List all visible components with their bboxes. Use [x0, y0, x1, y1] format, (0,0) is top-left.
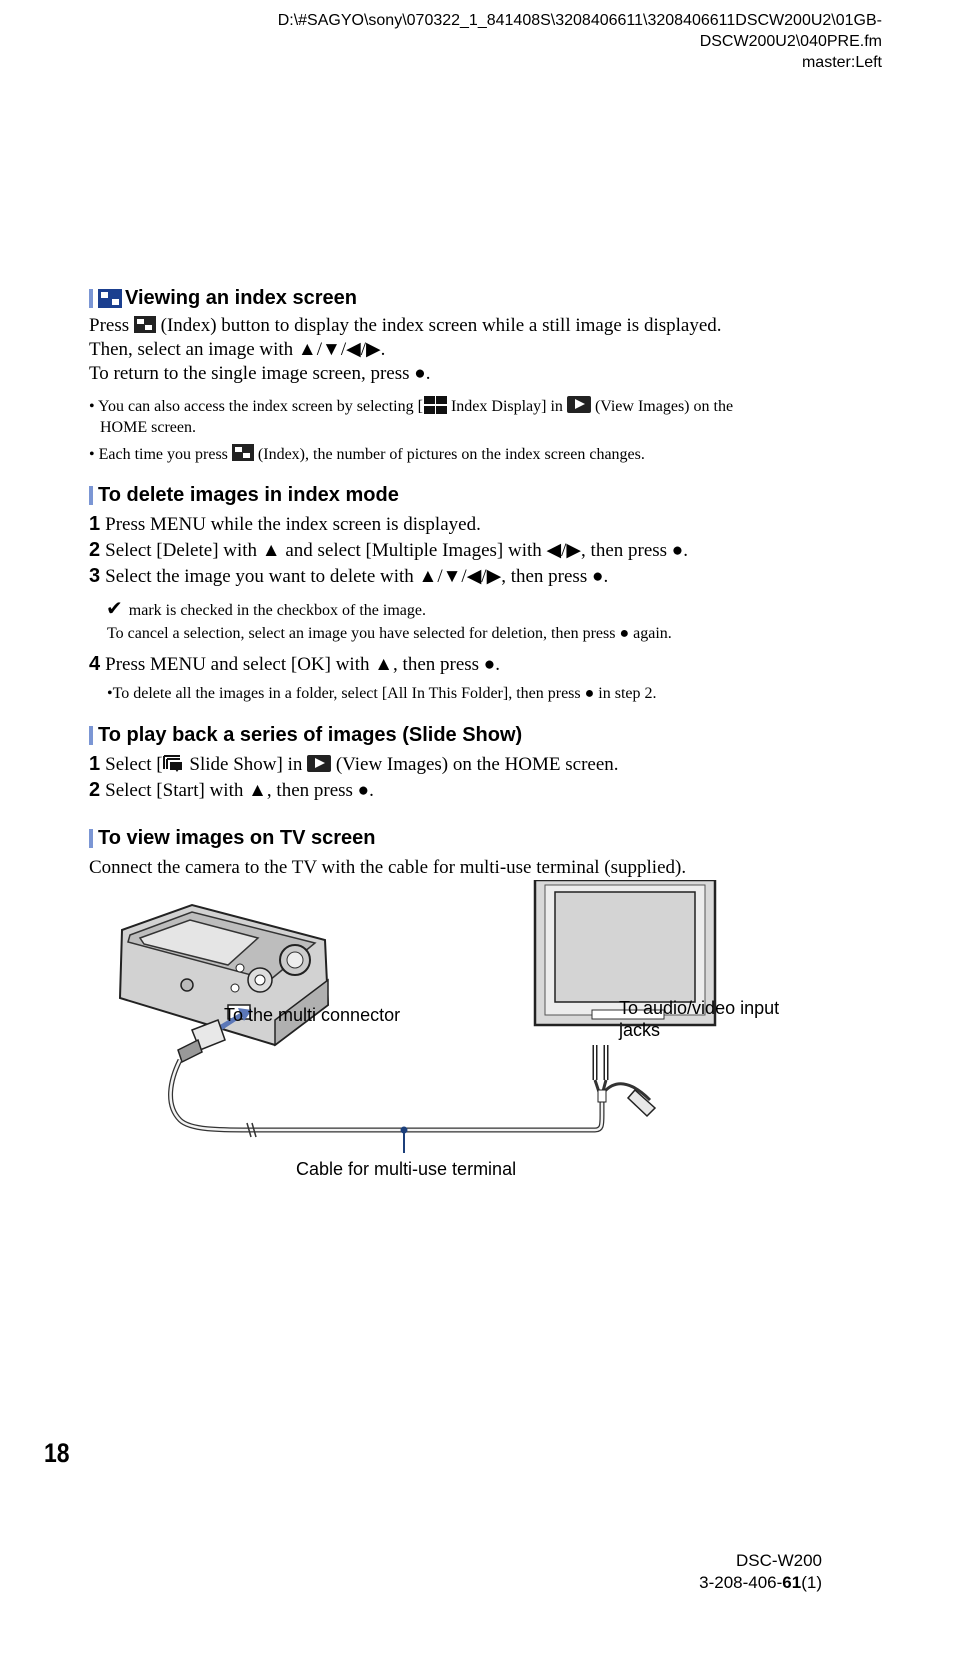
step-number: 1	[89, 513, 101, 535]
file-path-header: D:\#SAGYO\sony\070322_1_841408S\32084066…	[278, 10, 882, 73]
text: Slide Show] in	[189, 754, 303, 775]
page-number: 18	[44, 1438, 70, 1468]
note-continued: HOME screen.	[100, 419, 196, 436]
index-button-icon	[133, 316, 156, 333]
step-text: Press MENU while the index screen is dis…	[105, 514, 481, 535]
text: (View Images) on the HOME screen.	[335, 754, 619, 775]
step-number: 2	[89, 779, 101, 801]
model-name: DSC-W200	[736, 1551, 822, 1570]
part-bold: 61	[782, 1573, 802, 1592]
note: • You can also access the index screen b…	[89, 396, 733, 417]
paragraph: To return to the single image screen, pr…	[89, 363, 431, 384]
text: mark is checked in the checkbox of the i…	[128, 602, 426, 619]
paragraph: Press (Index) button to display the inde…	[89, 314, 722, 338]
accent-bar	[89, 828, 93, 848]
text: Press	[89, 315, 130, 336]
accent-bar	[89, 725, 93, 745]
section-title-text: To play back a series of images (Slide S…	[98, 724, 523, 746]
text: (Index), the number of pictures on the i…	[257, 446, 645, 463]
label-av-input: To audio/video input jacks	[619, 997, 779, 1041]
step-3: 3 Select the image you want to delete wit…	[89, 564, 608, 589]
section-title-tv-screen: To view images on TV screen	[89, 826, 376, 850]
step-number: 3	[89, 565, 101, 587]
step-text: Select [Start] with ▲, then press ●.	[105, 780, 374, 801]
label-multi-connector: To the multi connector	[224, 1005, 401, 1025]
step-4-note: •To delete all the images in a folder, s…	[107, 685, 657, 702]
file-path-line-2: DSCW200U2\040PRE.fm	[699, 33, 882, 50]
view-images-icon	[566, 396, 591, 413]
part-number: 3-208-406-61(1)	[699, 1572, 822, 1594]
part-prefix: 3-208-406-	[699, 1573, 783, 1592]
paragraph: Then, select an image with ▲/▼/◀/▶.	[89, 339, 386, 360]
note: • Each time you press (Index), the numbe…	[89, 444, 645, 465]
step-number: 1	[89, 753, 101, 775]
step-3-note: ✔ mark is checked in the checkbox of the …	[106, 598, 426, 621]
text: • You can also access the index screen b…	[89, 398, 423, 415]
index-button-icon	[231, 444, 254, 461]
index-icon	[98, 288, 122, 308]
file-path-line-1: D:\#SAGYO\sony\070322_1_841408S\32084066…	[277, 12, 882, 29]
master-label: master:Left	[801, 54, 882, 71]
step-2: 2 Select [Start] with ▲, then press ●.	[89, 778, 374, 803]
text: Index Display] in	[450, 398, 563, 415]
section-title-delete-images: To delete images in index mode	[89, 483, 399, 507]
label-cable: Cable for multi-use terminal	[296, 1159, 517, 1179]
step-text: Select the image you want to delete with…	[105, 566, 609, 587]
label-av-line-2: jacks	[619, 1020, 661, 1040]
paragraph: Connect the camera to the TV with the ca…	[89, 857, 687, 878]
index-display-icon	[423, 396, 447, 414]
accent-bar	[89, 288, 93, 308]
model-info: DSC-W200 3-208-406-61(1)	[699, 1550, 822, 1594]
section-title-index-screen: Viewing an index screen	[89, 286, 357, 310]
step-4: 4 Press MENU and select [OK] with ▲, then…	[89, 652, 500, 677]
section-title-slide-show: To play back a series of images (Slide S…	[89, 723, 522, 747]
step-1: 1 Select [ Slide Show] in (View Images) o…	[89, 752, 619, 777]
step-1: 1 Press MENU while the index screen is di…	[89, 512, 481, 537]
text: (View Images) on the	[594, 398, 734, 415]
view-images-icon	[307, 755, 332, 772]
part-suffix: (1)	[801, 1573, 822, 1592]
text: • Each time you press	[89, 446, 228, 463]
multi-connector-plug	[177, 1019, 226, 1064]
checkmark-icon: ✔	[106, 596, 123, 620]
step-3-note: To cancel a selection, select an image y…	[107, 625, 672, 642]
text: Select [	[105, 754, 163, 775]
slide-show-icon	[162, 755, 185, 773]
step-text: Press MENU and select [OK] with ▲, then …	[105, 654, 501, 675]
step-number: 4	[89, 653, 101, 675]
section-title-text: To delete images in index mode	[98, 484, 399, 506]
accent-bar	[89, 485, 93, 505]
step-2: 2 Select [Delete] with ▲ and select [Mult…	[89, 538, 688, 563]
connection-diagram: To the multi connector To audio/video in…	[110, 878, 810, 1180]
section-title-text: Viewing an index screen	[125, 287, 357, 309]
step-number: 2	[89, 539, 101, 561]
text: (Index) button to display the index scre…	[160, 315, 722, 336]
label-av-line-1: To audio/video input	[619, 998, 780, 1018]
step-text: Select [Delete] with ▲ and select [Multi…	[105, 540, 689, 561]
section-title-text: To view images on TV screen	[98, 827, 376, 849]
